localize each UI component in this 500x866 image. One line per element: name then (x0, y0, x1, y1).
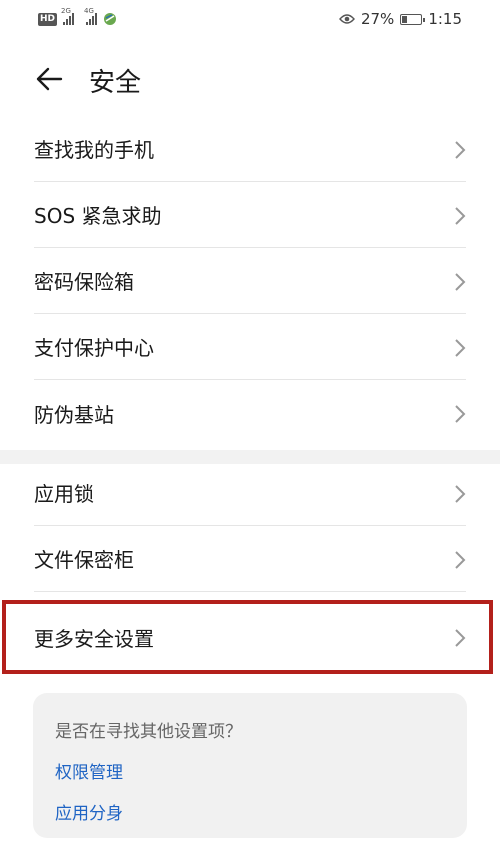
hd-badge: HD (38, 12, 58, 26)
page-title: 安全 (89, 68, 142, 98)
signal-icon: 2G (61, 7, 75, 25)
menu-item-find-my-phone[interactable]: 查找我的手机 (34, 116, 466, 182)
chevron-right-icon (455, 485, 466, 503)
menu-item-payment-protection[interactable]: 支付保护中心 (34, 314, 466, 380)
suggestion-card: 是否在寻找其他设置项？ 权限管理 应用分身 (33, 693, 467, 838)
menu-item-app-lock[interactable]: 应用锁 (34, 460, 466, 526)
sim1-network-tag: 2G (61, 7, 71, 15)
chevron-right-icon (455, 551, 466, 569)
suggestion-link-app-twin[interactable]: 应用分身 (55, 799, 445, 824)
menu-item-file-safe[interactable]: 文件保密柜 (34, 526, 466, 592)
menu-item-password-vault[interactable]: 密码保险箱 (34, 248, 466, 314)
menu-item-label: 防伪基站 (34, 402, 114, 427)
status-right: 27% 1:15 (339, 10, 462, 28)
chevron-right-icon (455, 207, 466, 225)
app-bar: 安全 (0, 52, 500, 106)
battery-percent: 27% (360, 10, 395, 28)
app-notification-icon (104, 13, 117, 25)
menu-item-label: 应用锁 (34, 482, 94, 506)
status-bar: HD 2G 4G 27% 1:15 (0, 0, 500, 38)
eye-icon (339, 14, 355, 24)
chevron-right-icon (455, 405, 466, 423)
suggestion-link-permission-management[interactable]: 权限管理 (55, 758, 445, 783)
status-left: HD 2G 4G (38, 7, 117, 26)
menu-item-label: 支付保护中心 (34, 336, 154, 360)
menu-item-fake-base-station[interactable]: 防伪基站 (34, 380, 466, 446)
clock: 1:15 (428, 10, 462, 28)
chevron-right-icon (455, 273, 466, 291)
chevron-right-icon (455, 339, 466, 357)
menu-item-label: SOS 紧急求助 (34, 204, 162, 228)
menu-item-label: 查找我的手机 (34, 138, 154, 162)
battery-fill (402, 15, 408, 23)
settings-group-1: 查找我的手机 SOS 紧急求助 密码保险箱 支付保护中心 防伪基站 (0, 116, 500, 446)
sim2-network-tag: 4G (84, 7, 94, 15)
menu-item-label: 文件保密柜 (34, 548, 134, 572)
suggestion-question: 是否在寻找其他设置项？ (55, 722, 242, 742)
battery-icon (400, 13, 426, 25)
back-arrow-icon[interactable] (35, 66, 63, 92)
menu-item-label: 密码保险箱 (34, 270, 134, 294)
highlight-box (2, 600, 493, 674)
signal-icon: 4G (84, 7, 98, 25)
chevron-right-icon (455, 141, 466, 159)
menu-item-sos[interactable]: SOS 紧急求助 (34, 182, 466, 248)
